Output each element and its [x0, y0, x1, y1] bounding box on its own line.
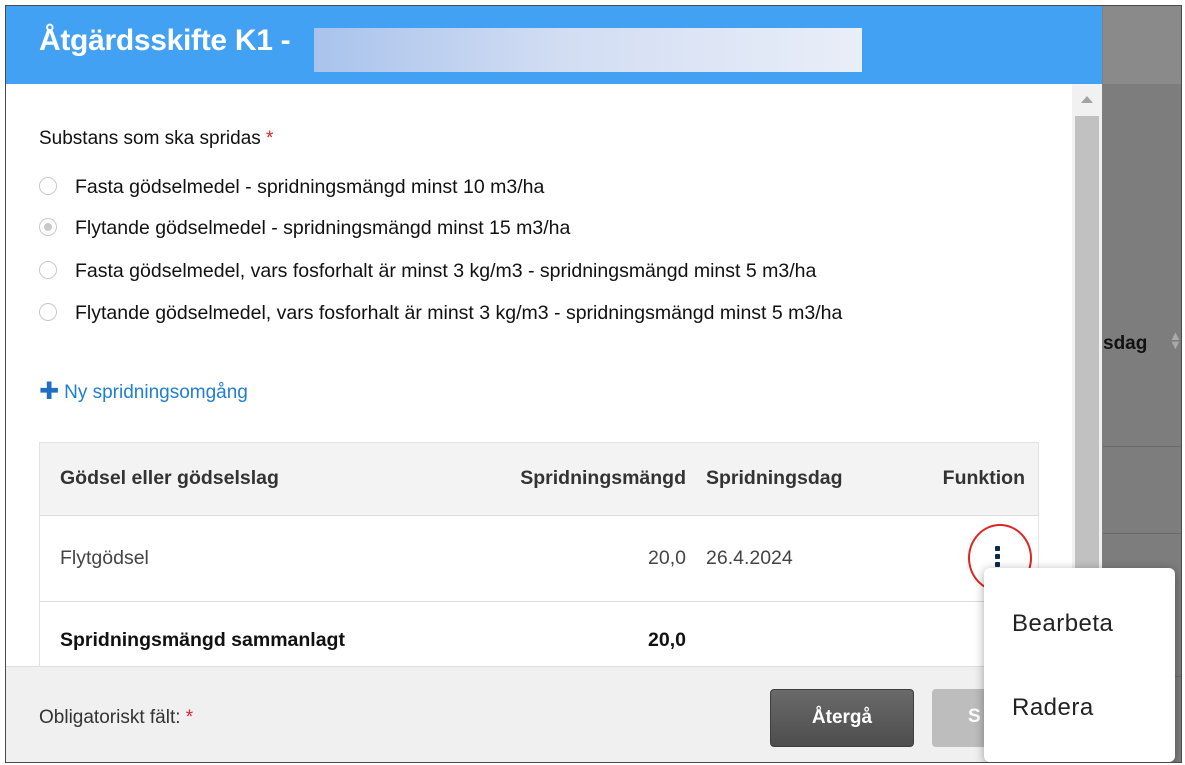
modal-body: Substans som ska spridas * Fasta gödselm… [6, 84, 1072, 666]
background-topbar [1103, 6, 1181, 84]
column-header-date: Spridningsdag [706, 467, 843, 489]
plus-icon: ✚ [39, 378, 60, 405]
radio-label: Flytande gödselmedel, vars fosforhalt är… [75, 302, 843, 324]
column-header-amount: Spridningsmängd [520, 467, 686, 489]
menu-item-edit[interactable]: Bearbeta [1012, 610, 1113, 638]
cell-fertilizer: Flytgödsel [60, 547, 149, 569]
background-column-header-label: sdag [1103, 333, 1148, 354]
background-row-divider [1103, 446, 1181, 447]
modal-header: Åtgärdsskifte K1 - [6, 6, 1102, 84]
radio-option-liquid-15[interactable]: Flytande gödselmedel - spridningsmängd m… [39, 215, 999, 243]
scroll-up-arrow-icon[interactable] [1081, 96, 1093, 103]
table-header-row: Gödsel eller gödselslag Spridningsmängd … [40, 443, 1038, 516]
radio-label: Fasta gödselmedel, vars fosforhalt är mi… [75, 260, 817, 282]
column-header-function: Funktion [942, 467, 1025, 489]
table-row: Flytgödsel 20,0 26.4.2024 [40, 516, 1038, 602]
modal-dialog: Åtgärdsskifte K1 - Substans som ska spri… [6, 6, 1102, 762]
modal-title: Åtgärdsskifte K1 - [39, 24, 291, 57]
add-spreading-round-label: Ny spridningsomgång [64, 382, 248, 403]
required-field-note: Obligatoriskt fält: * [39, 707, 193, 729]
table-total-row: Spridningsmängd sammanlagt 20,0 [40, 602, 1038, 666]
back-button[interactable]: Återgå [770, 689, 914, 747]
total-label: Spridningsmängd sammanlagt [60, 629, 345, 651]
row-context-menu: Bearbeta Radera [984, 568, 1175, 762]
total-value: 20,0 [648, 629, 686, 651]
radio-button[interactable] [39, 261, 57, 279]
required-asterisk: * [266, 128, 274, 149]
screenshot-frame: sdag ▲ ▼ Åtgärdsskifte K1 - Substans som … [5, 5, 1182, 763]
cell-date: 26.4.2024 [706, 547, 793, 569]
radio-label: Fasta gödselmedel - spridningsmängd mins… [75, 176, 545, 198]
menu-item-delete[interactable]: Radera [1012, 694, 1094, 722]
substance-label-text: Substans som ska spridas [39, 128, 261, 149]
required-field-note-text: Obligatoriskt fält: [39, 707, 181, 728]
radio-option-solid-10[interactable]: Fasta gödselmedel - spridningsmängd mins… [39, 174, 999, 202]
cell-amount: 20,0 [648, 547, 686, 569]
spreading-table: Gödsel eller gödselslag Spridningsmängd … [39, 442, 1039, 666]
sort-icon: ▲ ▼ [1169, 328, 1182, 352]
modal-footer: Obligatoriskt fält: * Återgå S [6, 666, 1102, 762]
radio-button-selected[interactable] [39, 218, 57, 236]
radio-option-liquid-phosphorus-5[interactable]: Flytande gödselmedel, vars fosforhalt är… [39, 300, 1019, 356]
radio-option-solid-phosphorus-5[interactable]: Fasta gödselmedel, vars fosforhalt är mi… [39, 258, 1039, 286]
required-asterisk: * [185, 707, 194, 728]
radio-button[interactable] [39, 177, 57, 195]
add-spreading-round-link[interactable]: ✚ Ny spridningsomgång [39, 376, 248, 405]
redacted-title-block [314, 28, 862, 72]
background-row-divider [1103, 533, 1181, 534]
column-header-fertilizer: Gödsel eller gödselslag [60, 467, 279, 489]
substance-label: Substans som ska spridas * [39, 128, 273, 150]
radio-button[interactable] [39, 303, 57, 321]
radio-label: Flytande gödselmedel - spridningsmängd m… [75, 217, 571, 239]
